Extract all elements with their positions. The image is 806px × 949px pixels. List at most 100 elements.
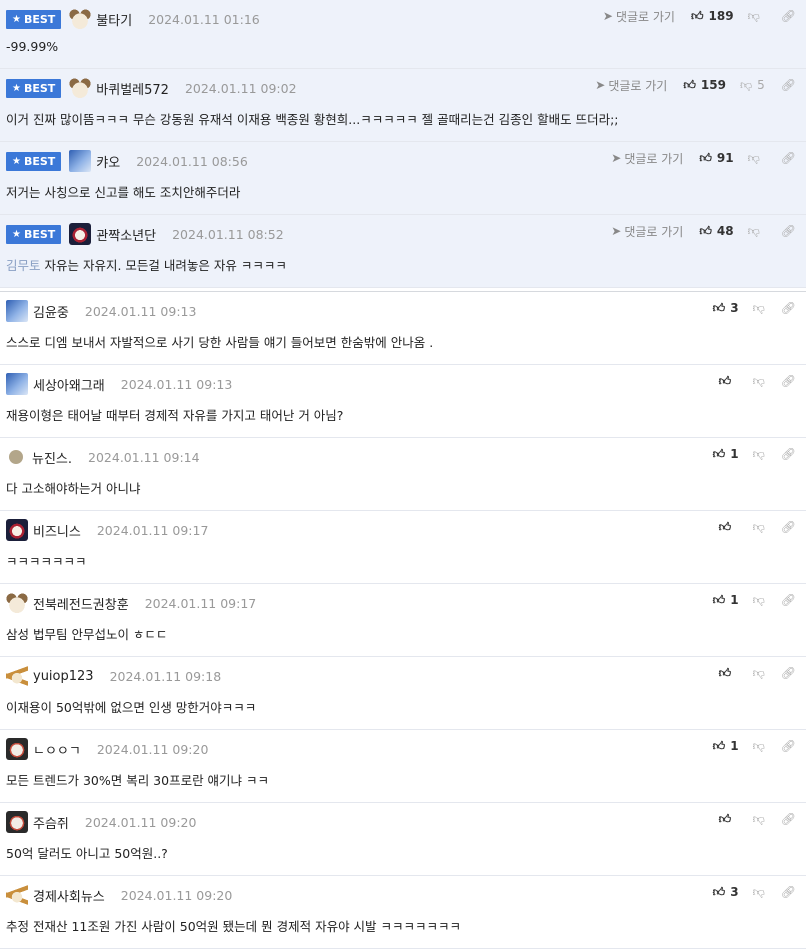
thumbs-down-icon: 👎︎ <box>752 519 765 534</box>
goto-reply-link[interactable]: ➤ 댓글로 가기 <box>595 77 667 94</box>
avatar[interactable] <box>9 450 23 464</box>
best-comment: ★ BEST 캬오 2024.01.11 08:56 ➤ 댓글로 가기 👍︎ 91 👎… <box>0 142 806 215</box>
link-icon[interactable]: 🔗︎ <box>781 374 796 388</box>
reply-label: 댓글로 가기 <box>624 224 684 239</box>
nickname[interactable]: yuiop123 <box>33 669 94 684</box>
timestamp: 2024.01.11 01:16 <box>148 11 260 27</box>
avatar[interactable] <box>6 884 28 906</box>
star-icon: ★ <box>12 228 21 240</box>
link-icon[interactable]: 🔗︎ <box>781 301 796 315</box>
downvote-button[interactable]: 👎︎ <box>753 447 765 462</box>
thumbs-up-icon: 👍︎ <box>699 150 712 165</box>
upvote-button[interactable]: 👍︎ 189 <box>691 9 734 24</box>
nickname[interactable]: 주슴쥐 <box>33 813 69 832</box>
reply-label: 댓글로 가기 <box>615 9 675 24</box>
best-badge: ★ BEST <box>6 9 62 29</box>
avatar[interactable] <box>6 519 28 541</box>
nickname[interactable]: 불타기 <box>96 10 132 29</box>
best-label: BEST <box>23 154 56 168</box>
upvote-button[interactable]: 👍︎ <box>719 374 739 389</box>
upvote-count: 48 <box>716 224 734 238</box>
comment: 세상아왜그래 2024.01.11 09:13 👍︎ 👎︎ 🔗︎ 재용이형은 태… <box>0 365 806 438</box>
downvote-button[interactable]: 👎︎ <box>748 224 765 239</box>
goto-reply-link[interactable]: ➤ 댓글로 가기 <box>611 223 683 240</box>
upvote-button[interactable]: 👍︎ 3 <box>713 301 739 316</box>
timestamp: 2024.01.11 09:17 <box>96 522 209 538</box>
nickname[interactable]: ㄴㅇㅇㄱ <box>33 740 81 759</box>
downvote-button[interactable]: 👎︎ <box>753 520 765 535</box>
avatar[interactable] <box>69 77 92 99</box>
comment-text: 저거는 사칭으로 신고를 해도 조치안해주더라 <box>6 185 241 200</box>
link-icon[interactable]: 🔗︎ <box>781 447 796 461</box>
timestamp: 2024.01.11 09:02 <box>184 80 297 96</box>
avatar[interactable] <box>6 665 28 687</box>
avatar[interactable] <box>69 223 92 245</box>
nickname[interactable]: 관짝소년단 <box>96 225 156 244</box>
downvote-button[interactable]: 👎︎ <box>753 374 765 389</box>
avatar[interactable] <box>6 373 28 395</box>
avatar[interactable] <box>6 811 28 833</box>
link-icon[interactable]: 🔗︎ <box>781 151 796 165</box>
upvote-button[interactable]: 👍︎ 91 <box>699 151 733 166</box>
timestamp: 2024.01.11 08:56 <box>136 153 248 169</box>
upvote-button[interactable]: 👍︎ 3 <box>713 885 739 900</box>
downvote-button[interactable]: 👎︎ <box>753 593 765 608</box>
link-icon[interactable]: 🔗︎ <box>781 224 796 238</box>
downvote-button[interactable]: 👎︎ <box>748 9 765 24</box>
upvote-button[interactable]: 👍︎ <box>719 520 739 535</box>
thumbs-up-icon: 👍︎ <box>699 223 712 238</box>
link-icon[interactable]: 🔗︎ <box>781 666 796 680</box>
nickname[interactable]: 캬오 <box>96 152 120 171</box>
upvote-button[interactable]: 👍︎ <box>719 666 739 681</box>
avatar[interactable] <box>69 150 92 172</box>
mention-nickname[interactable]: 김무토 <box>6 258 41 273</box>
downvote-button[interactable]: 👎︎ <box>753 666 765 681</box>
avatar[interactable] <box>6 300 28 322</box>
downvote-button[interactable]: 👎︎ <box>753 885 765 900</box>
link-icon[interactable]: 🔗︎ <box>781 885 796 899</box>
nickname[interactable]: 김윤중 <box>33 302 69 321</box>
upvote-count: 91 <box>716 151 734 165</box>
upvote-button[interactable]: 👍︎ <box>719 812 739 827</box>
nickname[interactable]: 뉴진스. <box>32 448 72 467</box>
nickname[interactable]: 경제사회뉴스 <box>33 886 105 905</box>
goto-reply-link[interactable]: ➤ 댓글로 가기 <box>611 150 683 167</box>
link-icon[interactable]: 🔗︎ <box>781 9 796 23</box>
best-comment: ★ BEST 불타기 2024.01.11 01:16 ➤ 댓글로 가기 👍︎ 189… <box>0 0 806 69</box>
goto-reply-link[interactable]: ➤ 댓글로 가기 <box>603 8 675 25</box>
downvote-button[interactable]: 👎︎ 5 <box>740 78 765 93</box>
nickname[interactable]: 바퀴벌레572 <box>96 79 169 98</box>
avatar[interactable] <box>69 8 92 30</box>
thumbs-down-icon: 👎︎ <box>747 8 760 23</box>
link-icon[interactable]: 🔗︎ <box>781 812 796 826</box>
nickname[interactable]: 비즈니스 <box>33 521 81 540</box>
link-icon[interactable]: 🔗︎ <box>781 739 796 753</box>
downvote-button[interactable]: 👎︎ <box>753 301 765 316</box>
nickname[interactable]: 세상아왜그래 <box>33 375 105 394</box>
downvote-button[interactable]: 👎︎ <box>753 739 765 754</box>
downvote-button[interactable]: 👎︎ <box>753 812 765 827</box>
arrow-icon: ➤ <box>602 9 613 23</box>
thumbs-up-icon: 👍︎ <box>718 373 732 388</box>
thumbs-up-icon: 👍︎ <box>712 884 726 899</box>
avatar[interactable] <box>6 592 28 614</box>
downvote-button[interactable]: 👎︎ <box>748 151 765 166</box>
upvote-button[interactable]: 👍︎ 159 <box>683 78 726 93</box>
star-icon: ★ <box>12 82 21 94</box>
link-icon[interactable]: 🔗︎ <box>781 520 796 534</box>
timestamp: 2024.01.11 09:18 <box>109 668 222 684</box>
link-icon[interactable]: 🔗︎ <box>781 78 796 92</box>
timestamp: 2024.01.11 08:52 <box>172 226 284 242</box>
upvote-button[interactable]: 👍︎ 1 <box>713 739 739 754</box>
upvote-button[interactable]: 👍︎ 1 <box>713 593 739 608</box>
comment-text: 모든 트렌드가 30%면 복리 30프로란 얘기냐 ㅋㅋ <box>6 773 270 788</box>
upvote-button[interactable]: 👍︎ 1 <box>713 447 739 462</box>
comment-text: 삼성 법무팀 안무섭노이 ㅎㄷㄷ <box>6 627 168 642</box>
avatar[interactable] <box>6 738 28 760</box>
nickname[interactable]: 전북레전드권창훈 <box>33 594 129 613</box>
downvote-count: 5 <box>757 78 765 92</box>
comment: ㄴㅇㅇㄱ 2024.01.11 09:20 👍︎ 1 👎︎ 🔗︎ 모든 트렌드가 … <box>0 730 806 803</box>
thumbs-up-icon: 👍︎ <box>712 592 726 607</box>
upvote-button[interactable]: 👍︎ 48 <box>699 224 733 239</box>
link-icon[interactable]: 🔗︎ <box>781 593 796 607</box>
